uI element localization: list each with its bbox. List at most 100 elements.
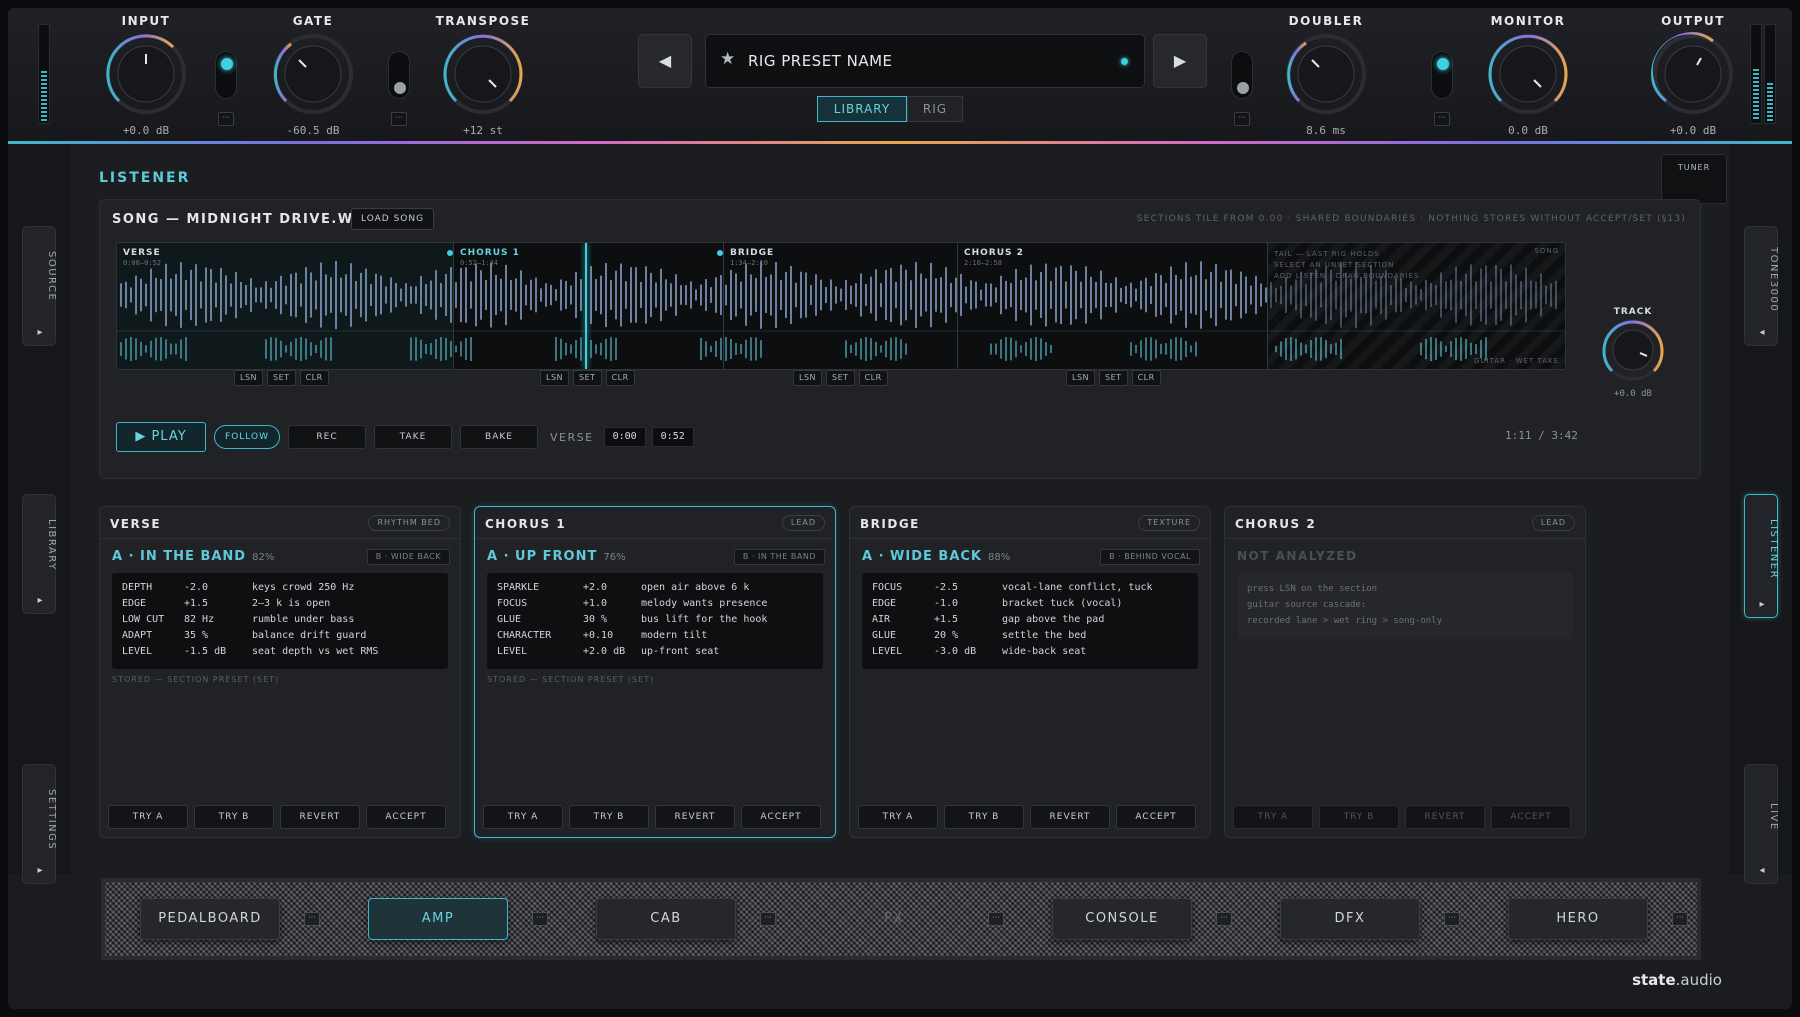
module-more-button[interactable]: ··· [1216, 912, 1232, 926]
tab-rig[interactable]: RIG [907, 96, 963, 122]
listen-button[interactable]: LSN [234, 370, 264, 386]
sections-hint: SECTIONS TILE FROM 0.00 · SHARED BOUNDAR… [1136, 214, 1686, 224]
section-start-field[interactable]: 0:00 [603, 427, 646, 447]
favorite-star-icon[interactable]: ★ [720, 49, 735, 69]
boundary-handle[interactable] [447, 250, 453, 256]
monitor-label: MONITOR [1490, 14, 1566, 28]
try-b-button[interactable]: TRY B [569, 805, 649, 829]
clear-button[interactable]: CLR [858, 370, 888, 386]
track-knob[interactable]: TRACK +0.0 dB [1595, 307, 1671, 399]
gate-dial[interactable] [271, 32, 355, 116]
clear-button[interactable]: CLR [1131, 370, 1161, 386]
revert-button[interactable]: REVERT [655, 805, 735, 829]
transpose-dial[interactable] [441, 32, 525, 116]
sidebar-tab-live[interactable]: LIVE ◂ [1744, 764, 1779, 884]
doubler-dial[interactable] [1284, 32, 1368, 116]
boundary-handle[interactable] [717, 250, 723, 256]
clear-button[interactable]: CLR [605, 370, 635, 386]
module-more-button[interactable]: ··· [532, 912, 548, 926]
module-hero[interactable]: HERO [1508, 898, 1648, 940]
transpose-more-button[interactable]: ··· [391, 112, 407, 126]
option-a-title[interactable]: A · WIDE BACK 88% [862, 549, 1010, 564]
follow-toggle[interactable]: FOLLOW [214, 425, 280, 449]
monitor-more-button[interactable]: ··· [1434, 112, 1450, 126]
sidebar-tab-settings[interactable]: SETTINGS ▸ [22, 764, 57, 884]
track-dial[interactable] [1600, 317, 1666, 383]
section-bridge[interactable]: BRIDGE 1:34–2:10 [723, 243, 957, 369]
doubler-more-button[interactable]: ··· [1234, 112, 1250, 126]
option-b-button[interactable]: B · BEHIND VOCAL [1100, 549, 1200, 565]
option-b-button[interactable]: B · WIDE BACK [366, 549, 450, 565]
param-list: DEPTH -2.0 keys crowd 250 Hz EDGE +1.5 2–3 k… [112, 573, 448, 669]
doubler-toggle[interactable] [1231, 51, 1253, 99]
option-a-title[interactable]: A · UP FRONT 76% [487, 549, 626, 564]
try-a-button[interactable]: TRY A [858, 805, 938, 829]
prev-preset-button[interactable]: ◀ [638, 34, 692, 88]
card-title: CHORUS 2 [1235, 517, 1317, 531]
revert-button[interactable]: REVERT [1030, 805, 1110, 829]
module-more-button[interactable]: ··· [1672, 912, 1688, 926]
bake-button[interactable]: BAKE [460, 425, 538, 449]
monitor-knob[interactable]: MONITOR 0.0 dB [1478, 14, 1578, 137]
option-b-button[interactable]: B · IN THE BAND [733, 549, 825, 565]
playhead[interactable] [585, 243, 587, 369]
module-dfx[interactable]: DFX [1280, 898, 1420, 940]
tuner-button[interactable]: TUNER [1661, 154, 1727, 204]
transpose-knob[interactable]: TRANSPOSE +12 st [433, 14, 533, 137]
input-knob[interactable]: INPUT +0.0 dB [96, 14, 196, 137]
output-dial[interactable] [1649, 31, 1735, 116]
gate-more-button[interactable]: ··· [218, 112, 234, 126]
accept-button[interactable]: ACCEPT [1116, 805, 1196, 829]
sidebar-tab-library[interactable]: LIBRARY ▸ [22, 494, 57, 614]
set-button[interactable]: SET [826, 370, 855, 386]
try-b-button[interactable]: TRY B [194, 805, 274, 829]
rec-button[interactable]: REC [288, 425, 366, 449]
section-verse[interactable]: VERSE 0:00–0:52 [117, 243, 453, 369]
set-button[interactable]: SET [267, 370, 296, 386]
set-button[interactable]: SET [1099, 370, 1128, 386]
monitor-dial[interactable] [1486, 32, 1570, 116]
tail-region[interactable]: TAIL — LAST RIG HOLDS SELECT AN UNSET SE… [1267, 243, 1565, 369]
revert-button[interactable]: REVERT [280, 805, 360, 829]
sidebar-tab-source[interactable]: SOURCE ▸ [22, 226, 57, 346]
listen-button[interactable]: LSN [540, 370, 570, 386]
try-b-button[interactable]: TRY B [944, 805, 1024, 829]
listen-button[interactable]: LSN [1066, 370, 1096, 386]
gate-knob[interactable]: GATE -60.5 dB [263, 14, 363, 137]
module-console[interactable]: CONSOLE [1052, 898, 1192, 940]
try-a-button[interactable]: TRY A [108, 805, 188, 829]
input-dial[interactable] [104, 32, 188, 116]
module-more-button[interactable]: ··· [988, 912, 1004, 926]
module-pedalboard[interactable]: PEDALBOARD [140, 898, 280, 940]
gate-toggle[interactable] [215, 51, 237, 99]
accept-button[interactable]: ACCEPT [366, 805, 446, 829]
doubler-knob[interactable]: DOUBLER 8.6 ms [1276, 14, 1376, 137]
play-button[interactable]: ▶ PLAY [116, 422, 206, 452]
set-button[interactable]: SET [573, 370, 602, 386]
transpose-toggle[interactable] [388, 51, 410, 99]
output-knob[interactable]: OUTPUT +0.0 dB [1643, 14, 1743, 137]
sidebar-tab-listener[interactable]: LISTENER ▸ [1744, 494, 1779, 618]
try-a-button[interactable]: TRY A [483, 805, 563, 829]
listen-button[interactable]: LSN [793, 370, 823, 386]
section-chorus-1[interactable]: CHORUS 1 0:52–1:34 [453, 243, 723, 369]
next-preset-button[interactable]: ▶ [1153, 34, 1207, 88]
load-song-button[interactable]: LOAD SONG [351, 208, 435, 230]
clear-button[interactable]: CLR [299, 370, 329, 386]
monitor-toggle[interactable] [1431, 51, 1453, 99]
sidebar-tab-tone3000[interactable]: TONE3000 ◂ [1744, 226, 1779, 346]
accept-button[interactable]: ACCEPT [741, 805, 821, 829]
preset-display[interactable]: ★ RIG PRESET NAME [705, 34, 1145, 88]
section-chorus-2[interactable]: CHORUS 2 2:10–2:58 [957, 243, 1267, 369]
song-waveform[interactable]: VERSE 0:00–0:52 CHORUS 1 0:52–1:34 BRIDG… [116, 242, 1566, 370]
module-more-button[interactable]: ··· [1444, 912, 1460, 926]
take-button[interactable]: TAKE [374, 425, 452, 449]
tab-library[interactable]: LIBRARY [817, 96, 907, 122]
module-amp[interactable]: AMP [368, 898, 508, 940]
section-end-field[interactable]: 0:52 [651, 427, 694, 447]
module-cab[interactable]: CAB [596, 898, 736, 940]
module-more-button[interactable]: ··· [760, 912, 776, 926]
module-fx[interactable]: FX [824, 898, 964, 940]
module-more-button[interactable]: ··· [304, 912, 320, 926]
option-a-title[interactable]: A · IN THE BAND 82% [112, 549, 274, 564]
